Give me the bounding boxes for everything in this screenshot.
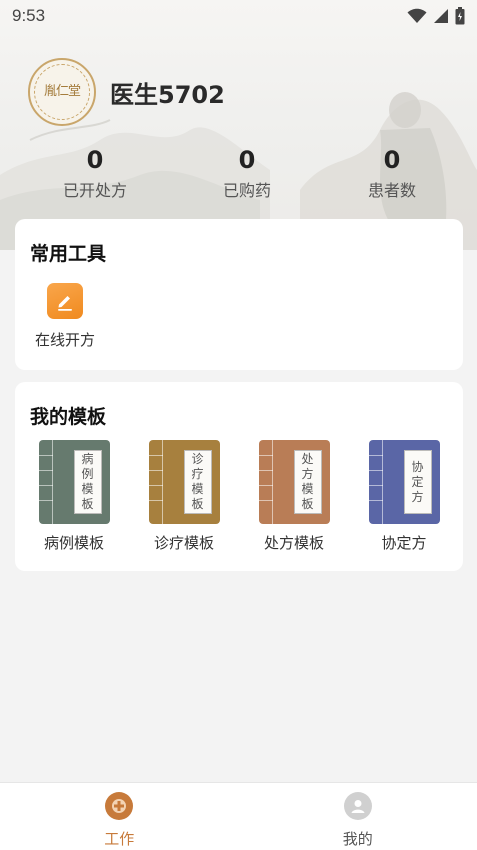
tools-card-title: 常用工具	[30, 243, 107, 265]
status-bar: 9:53	[0, 0, 477, 32]
stat-label: 已开处方	[62, 180, 128, 200]
stat-value: 0	[383, 146, 401, 174]
tab-work[interactable]: 工作	[0, 783, 239, 850]
template-case[interactable]: 病例模板 病例模板	[24, 440, 124, 553]
user-icon	[343, 792, 372, 820]
template-label: 处方模板	[263, 534, 324, 552]
screen: 9:53 胤仁堂 医生5702 0 已开处方 0 已购药 0 患者数 常用工具 …	[0, 0, 477, 850]
template-prescription[interactable]: 处方模板 处方模板	[244, 440, 344, 553]
template-treatment[interactable]: 诊疗模板 诊疗模板	[134, 440, 234, 553]
stat-value: 0	[86, 146, 104, 174]
avatar[interactable]: 胤仁堂	[28, 58, 96, 126]
book-cover-text: 协定方	[411, 459, 424, 504]
stat-label: 已购药	[222, 180, 272, 200]
signal-icon	[434, 9, 448, 23]
book-cover-text: 病例模板	[81, 452, 94, 511]
template-label: 诊疗模板	[153, 534, 214, 552]
templates-row: 病例模板 病例模板 诊疗模板 诊疗模板 处方模板 处方模板 协定方 协定方	[15, 440, 463, 553]
templates-card: 我的模板 病例模板 病例模板 诊疗模板 诊疗模板 处方模板 处方模板 协定方 协…	[15, 382, 463, 571]
tool-online-prescription[interactable]: 在线开方	[35, 283, 95, 350]
stat-value: 0	[238, 146, 256, 174]
template-label: 病例模板	[43, 534, 104, 552]
book-icon: 处方模板	[258, 440, 330, 524]
template-label: 协定方	[381, 534, 427, 552]
edit-icon	[47, 283, 83, 319]
template-agreed-formula[interactable]: 协定方 协定方	[354, 440, 454, 553]
book-cover-text: 诊疗模板	[191, 452, 204, 511]
doctor-name: 医生5702	[110, 80, 225, 109]
avatar-seal: 胤仁堂	[34, 64, 90, 120]
medical-cross-icon	[105, 792, 134, 820]
tab-mine[interactable]: 我的	[239, 783, 477, 850]
book-icon: 诊疗模板	[148, 440, 220, 524]
tools-card: 常用工具 在线开方	[15, 219, 463, 370]
stat-purchased[interactable]: 0 已购药	[223, 146, 271, 201]
tool-label: 在线开方	[35, 331, 96, 349]
tab-label: 工作	[104, 830, 135, 848]
book-icon: 协定方	[368, 440, 440, 524]
stat-patients[interactable]: 0 患者数	[368, 146, 416, 201]
stat-label: 患者数	[367, 180, 417, 200]
stat-prescriptions[interactable]: 0 已开处方	[63, 146, 127, 201]
bottom-tab-bar: 工作 我的	[0, 782, 477, 850]
book-icon: 病例模板	[38, 440, 110, 524]
templates-card-title: 我的模板	[30, 406, 107, 428]
status-icons	[407, 7, 465, 25]
tab-label: 我的	[342, 830, 373, 848]
status-time: 9:53	[12, 6, 46, 25]
battery-icon	[455, 7, 465, 25]
doctor-profile[interactable]: 胤仁堂 医生5702	[28, 58, 225, 126]
wifi-icon	[407, 8, 427, 23]
book-cover-text: 处方模板	[301, 452, 314, 511]
